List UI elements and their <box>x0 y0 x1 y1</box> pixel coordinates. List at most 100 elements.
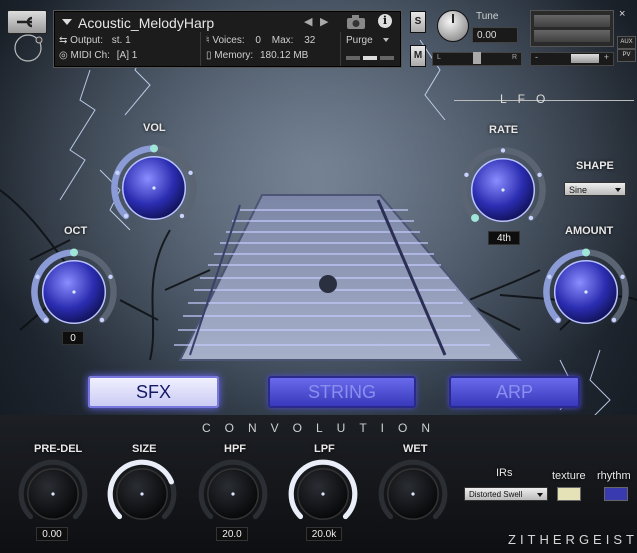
close-icon[interactable]: × <box>619 8 625 20</box>
memory-row: ▯ Memory: 180.12 MB <box>206 50 308 61</box>
knob-indicator-dot <box>70 248 78 257</box>
voices-label: Voices: <box>212 35 245 46</box>
hpf-knob[interactable] <box>196 457 270 531</box>
max-voices-value[interactable]: 32 <box>304 35 315 46</box>
lfo-rate-label: RATE <box>489 124 519 136</box>
camera-icon[interactable] <box>346 14 366 30</box>
irs-label: IRs <box>496 467 513 479</box>
knob-tick-dot <box>188 170 193 176</box>
texture-toggle[interactable] <box>557 487 581 501</box>
predel-knob[interactable] <box>16 457 90 531</box>
hpf-label: HPF <box>224 443 246 455</box>
midi-icon: ◎ <box>59 50 68 61</box>
lfo-amount-knob[interactable] <box>540 246 632 338</box>
oct-value[interactable]: 0 <box>62 331 84 345</box>
purge-arrow-icon <box>382 38 389 43</box>
pan-slider[interactable]: L R <box>432 52 522 66</box>
irs-dropdown[interactable]: Distorted Swell <box>464 487 548 501</box>
lfo-shape-dropdown[interactable]: Sine <box>564 182 626 196</box>
brand-logo-text: ZITHERGEIST <box>508 532 637 547</box>
vol-knob[interactable] <box>108 142 200 234</box>
voices-row: ♮ Voices: 0 Max: 32 <box>206 35 315 46</box>
output-label: Output: <box>70 35 103 46</box>
knob-center-dot <box>321 492 325 496</box>
lfo-amount-label: AMOUNT <box>565 225 614 237</box>
lfo-title: LFO <box>500 92 557 106</box>
memory-label: Memory: <box>214 50 254 61</box>
collapse-circle-icon[interactable] <box>10 32 48 66</box>
wrench-button[interactable] <box>7 10 47 34</box>
prev-instrument-icon[interactable]: ◀ <box>304 15 312 28</box>
knob-tick-dot <box>547 274 552 280</box>
instrument-header: Acoustic_MelodyHarp ◀ ▶ i ⇆ Output: st. … <box>53 10 402 68</box>
size-knob[interactable] <box>105 457 179 531</box>
mode-button-string[interactable]: STRING <box>268 376 416 408</box>
output-value[interactable]: st. 1 <box>112 35 131 46</box>
voices-icon: ♮ <box>206 35 210 46</box>
vol-label: VOL <box>143 122 166 134</box>
knob-tick-dot <box>43 317 49 323</box>
output-icon: ⇆ <box>59 35 68 46</box>
solo-button[interactable]: S <box>410 11 426 33</box>
lfo-shape-value: Sine <box>569 185 588 195</box>
lpf-knob[interactable] <box>286 457 360 531</box>
predel-label: PRE-DEL <box>34 443 83 455</box>
tune-knob[interactable] <box>437 10 469 42</box>
wet-label: WET <box>403 443 428 455</box>
knob-center-dot <box>152 186 156 190</box>
info-icon[interactable]: i <box>378 14 392 28</box>
knob-tick-dot <box>35 274 40 280</box>
knob-tick-dot <box>108 274 113 280</box>
knob-tick-dot <box>611 317 617 323</box>
tune-value[interactable]: 0.00 <box>472 27 518 43</box>
lfo-shape-label: SHAPE <box>576 160 614 172</box>
max-label: Max: <box>271 35 294 46</box>
memory-value: 180.12 MB <box>259 50 309 61</box>
voices-value: 0 <box>255 35 261 46</box>
knob-tick-dot <box>537 172 542 178</box>
header-divider <box>200 32 201 66</box>
knob-tick-dot <box>464 172 469 178</box>
instrument-menu-arrow-icon[interactable] <box>62 19 72 25</box>
knob-tick-dot <box>528 215 534 221</box>
midi-value[interactable]: [A] 1 <box>117 50 138 61</box>
midi-row[interactable]: ◎ MIDI Ch: [A] 1 <box>59 50 137 61</box>
instrument-panel: Acoustic_MelodyHarp ◀ ▶ i ⇆ Output: st. … <box>0 0 637 553</box>
knob-center-dot <box>411 492 415 496</box>
level-meter-left <box>534 15 610 27</box>
instrument-name[interactable]: Acoustic_MelodyHarp <box>78 15 214 31</box>
hpf-value[interactable]: 20.0 <box>216 527 248 541</box>
level-meter-right <box>534 30 610 42</box>
pan-left-label: L <box>437 54 441 61</box>
aux-button[interactable]: AUX <box>617 36 636 49</box>
rhythm-toggle[interactable] <box>604 487 628 501</box>
output-row[interactable]: ⇆ Output: st. 1 <box>59 35 131 46</box>
irs-value: Distorted Swell <box>469 490 523 499</box>
pv-button[interactable]: PV <box>617 49 636 62</box>
convolution-title: CONVOLUTION <box>202 421 445 435</box>
purge-dropdown[interactable]: Purge <box>346 35 389 46</box>
mode-button-arp[interactable]: ARP <box>449 376 580 408</box>
level-meters <box>530 10 614 47</box>
mute-button[interactable]: M <box>410 45 426 67</box>
lfo-rate-value[interactable]: 4th <box>488 231 520 245</box>
knob-center-dot <box>140 492 144 496</box>
lpf-value[interactable]: 20.0k <box>306 527 342 541</box>
wrench-icon <box>17 16 33 28</box>
texture-label: texture <box>552 470 586 482</box>
predel-value[interactable]: 0.00 <box>36 527 68 541</box>
knob-tick-dot <box>555 317 561 323</box>
volume-plus-label: + <box>603 52 609 62</box>
next-instrument-icon[interactable]: ▶ <box>320 15 328 28</box>
mode-button-sfx[interactable]: SFX <box>88 376 219 408</box>
purge-meter-segment <box>363 56 377 60</box>
purge-label: Purge <box>346 35 373 46</box>
tune-label: Tune <box>476 11 499 22</box>
lfo-rate-knob[interactable] <box>457 144 549 236</box>
oct-knob[interactable] <box>28 246 120 338</box>
knob-tick-dot <box>179 213 185 219</box>
volume-slider[interactable]: - + <box>530 52 614 66</box>
wet-knob[interactable] <box>376 457 450 531</box>
chevron-down-icon <box>537 493 543 497</box>
size-label: SIZE <box>132 443 157 455</box>
